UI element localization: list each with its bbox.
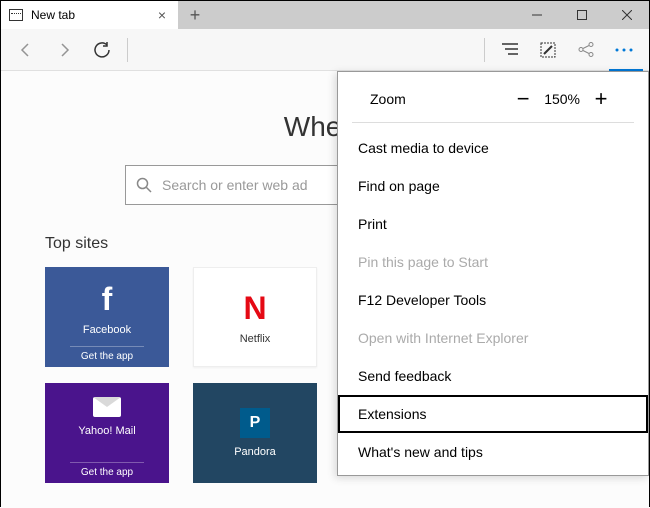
page-icon [9, 9, 23, 21]
search-icon [136, 177, 152, 193]
tile-label: Netflix [240, 333, 271, 345]
tile-label: Facebook [83, 324, 131, 336]
toolbar-separator [127, 38, 128, 62]
title-bar: New tab × + [1, 1, 649, 29]
tile-action[interactable]: Get the app [70, 346, 144, 362]
forward-button[interactable] [45, 31, 83, 69]
more-button[interactable] [605, 31, 643, 69]
close-tab-icon[interactable]: × [154, 7, 170, 23]
netflix-icon: N [243, 290, 266, 327]
zoom-out-button[interactable]: − [508, 86, 538, 112]
mail-icon [93, 397, 121, 417]
toolbar [1, 29, 649, 71]
menu-item-print[interactable]: Print [338, 205, 648, 243]
share-button[interactable] [567, 31, 605, 69]
zoom-row: Zoom − 150% + [352, 72, 634, 123]
zoom-label: Zoom [370, 91, 508, 107]
menu-item-f12-developer-tools[interactable]: F12 Developer Tools [338, 281, 648, 319]
minimize-button[interactable] [514, 1, 559, 29]
tab-title: New tab [31, 8, 75, 22]
menu-item-what-s-new-and-tips[interactable]: What's new and tips [338, 433, 648, 471]
tile-label: Yahoo! Mail [78, 425, 135, 437]
zoom-value: 150% [538, 91, 586, 107]
pandora-icon: P [240, 408, 270, 438]
zoom-in-button[interactable]: + [586, 86, 616, 112]
tile-action[interactable]: Get the app [70, 462, 144, 478]
facebook-icon: f [102, 281, 113, 318]
tile-label: Pandora [234, 446, 276, 458]
maximize-button[interactable] [559, 1, 604, 29]
tile-yahoo-mail[interactable]: Yahoo! Mail Get the app [45, 383, 169, 483]
menu-item-send-feedback[interactable]: Send feedback [338, 357, 648, 395]
reading-view-button[interactable] [491, 31, 529, 69]
menu-item-pin-this-page-to-start: Pin this page to Start [338, 243, 648, 281]
browser-tab[interactable]: New tab × [1, 1, 178, 29]
menu-item-open-with-internet-explorer: Open with Internet Explorer [338, 319, 648, 357]
refresh-button[interactable] [83, 31, 121, 69]
more-menu: Zoom − 150% + Cast media to deviceFind o… [337, 71, 649, 476]
tile-netflix[interactable]: N Netflix [193, 267, 317, 367]
back-button[interactable] [7, 31, 45, 69]
new-tab-button[interactable]: + [178, 1, 212, 29]
tile-pandora[interactable]: P Pandora [193, 383, 317, 483]
close-window-button[interactable] [604, 1, 649, 29]
toolbar-separator [484, 38, 485, 62]
menu-item-extensions[interactable]: Extensions [338, 395, 648, 433]
web-note-button[interactable] [529, 31, 567, 69]
menu-item-cast-media-to-device[interactable]: Cast media to device [338, 129, 648, 167]
window-controls [514, 1, 649, 29]
tile-facebook[interactable]: f Facebook Get the app [45, 267, 169, 367]
menu-item-find-on-page[interactable]: Find on page [338, 167, 648, 205]
